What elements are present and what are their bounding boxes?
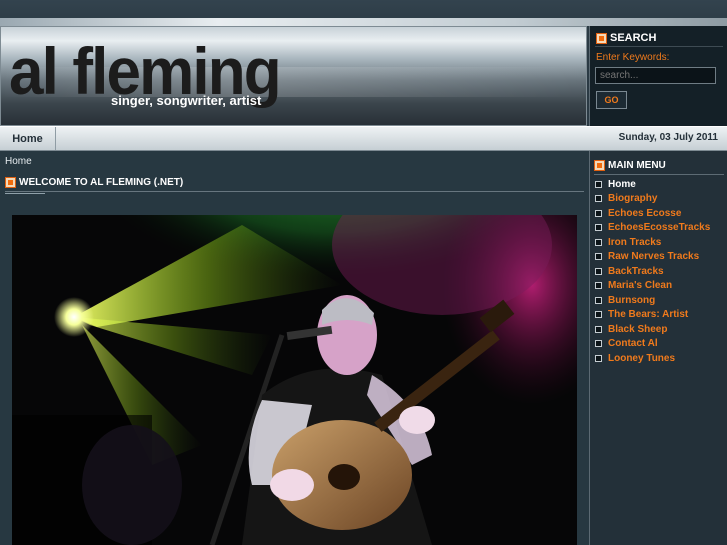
divider [594,174,724,175]
main-menu-list: Home Biography Echoes Ecosse EchoesEcoss… [595,177,710,366]
square-bullet-icon [595,325,602,333]
menu-item-label[interactable]: EchoesEcosseTracks [608,222,710,233]
top-nav-bar: Home Sunday, 03 July 2011 [0,126,727,151]
menu-item-label[interactable]: Echoes Ecosse [608,208,681,219]
current-date: Sunday, 03 July 2011 [618,132,718,143]
square-bullet-icon [595,195,602,203]
menu-item-biography[interactable]: Biography [595,192,710,207]
square-bullet-icon [595,238,602,246]
divider [595,46,723,47]
square-bullet-icon [595,354,602,362]
square-bullet-icon [595,282,602,290]
menu-item-label[interactable]: Biography [608,193,657,204]
menu-item-backtracks[interactable]: BackTracks [595,264,710,279]
search-heading-label: SEARCH [610,32,657,44]
menu-item-raw-nerves-tracks[interactable]: Raw Nerves Tracks [595,250,710,265]
site-header: al fleming singer, songwriter, artist [0,26,587,126]
menu-item-label[interactable]: Maria's Clean [608,280,672,291]
menu-item-looney-tunes[interactable]: Looney Tunes [595,351,710,366]
square-bullet-icon [595,209,602,217]
menu-item-marias-clean[interactable]: Maria's Clean [595,279,710,294]
top-light-bar [0,18,727,26]
menu-item-home[interactable]: Home [595,177,710,192]
menu-item-the-bears-artist[interactable]: The Bears: Artist [595,308,710,323]
go-button[interactable]: GO [596,91,627,109]
main-menu-title: MAIN MENU [608,160,666,171]
menu-item-echoes-ecosse[interactable]: Echoes Ecosse [595,206,710,221]
search-label: Enter Keywords: [596,52,670,63]
square-bullet-icon [595,296,602,304]
menu-item-label[interactable]: BackTracks [608,266,664,277]
menu-item-echoes-ecosse-tracks[interactable]: EchoesEcosseTracks [595,221,710,236]
search-heading: SEARCH [597,32,656,44]
search-input[interactable] [595,67,716,84]
concert-photo-illustration [12,215,577,545]
menu-item-label[interactable]: Raw Nerves Tracks [608,251,699,262]
square-bullet-icon [595,311,602,319]
breadcrumb: Home [5,156,32,167]
menu-item-label[interactable]: Black Sheep [608,324,667,335]
sidebar: MAIN MENU Home Biography Echoes Ecosse E… [589,151,727,545]
search-panel: SEARCH Enter Keywords: GO [589,26,727,126]
menu-item-black-sheep[interactable]: Black Sheep [595,322,710,337]
main-content: Home WELCOME TO AL FLEMING (.NET) [0,151,589,545]
square-bullet-icon [595,340,602,348]
menu-item-label[interactable]: The Bears: Artist [608,309,688,320]
site-tagline: singer, songwriter, artist [111,93,262,108]
main-menu-heading: MAIN MENU [595,160,666,171]
menu-item-iron-tracks[interactable]: Iron Tracks [595,235,710,250]
menu-item-label[interactable]: Looney Tunes [608,353,675,364]
menu-item-label[interactable]: Iron Tracks [608,237,661,248]
menu-item-burnsong[interactable]: Burnsong [595,293,710,308]
divider-accent [5,193,45,194]
menu-item-label[interactable]: Burnsong [608,295,655,306]
square-bullet-icon [595,180,602,188]
orange-square-icon [595,161,604,170]
square-bullet-icon [595,253,602,261]
menu-item-label[interactable]: Home [608,179,636,190]
top-strip [0,0,727,26]
menu-item-label[interactable]: Contact Al [608,338,658,349]
square-bullet-icon [595,267,602,275]
article-title: WELCOME TO AL FLEMING (.NET) [19,177,184,188]
divider [5,191,584,192]
orange-square-icon [597,33,606,43]
article-heading: WELCOME TO AL FLEMING (.NET) [6,177,183,188]
square-bullet-icon [595,224,602,232]
orange-square-icon [6,178,15,187]
menu-item-contact-al[interactable]: Contact Al [595,337,710,352]
concert-photo [12,215,577,545]
nav-home-link[interactable]: Home [0,127,56,150]
